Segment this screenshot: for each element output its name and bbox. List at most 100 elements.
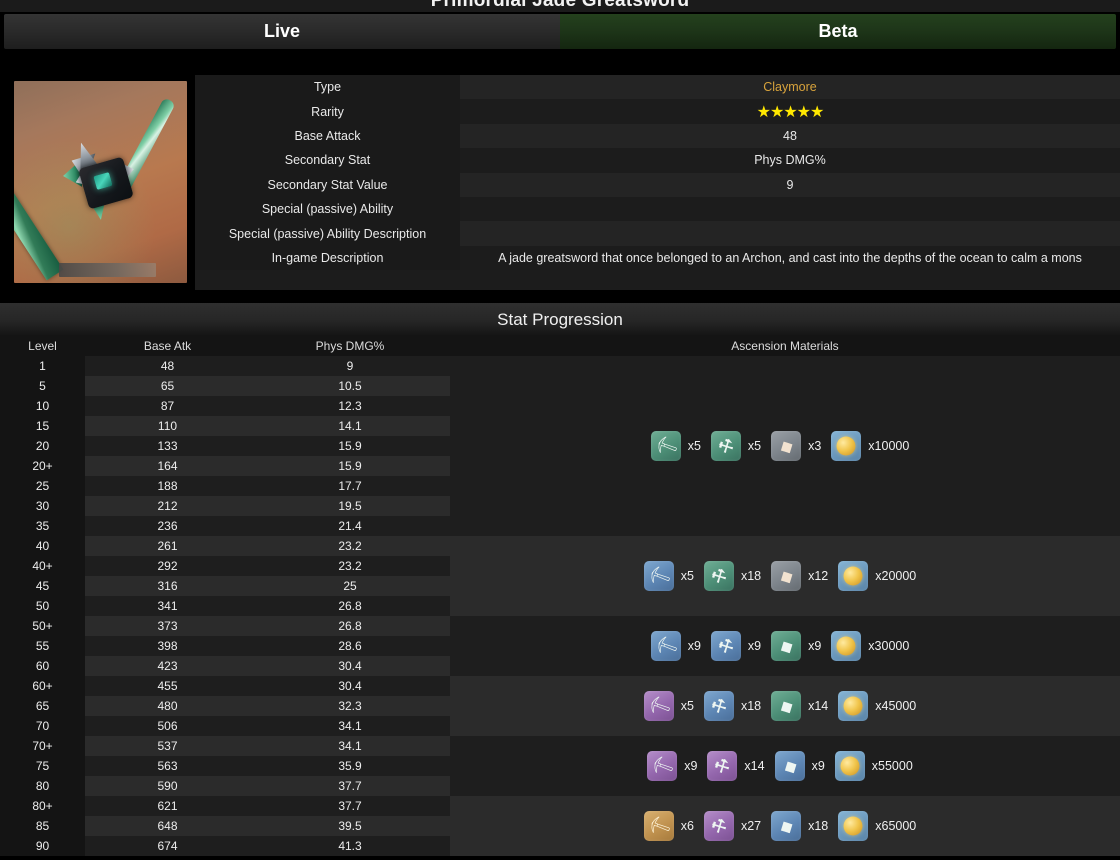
ascension-material-item[interactable]: ◆ x12 xyxy=(771,561,828,591)
cell-base-atk: 65 xyxy=(160,379,175,393)
weapon-ascension-material-icon[interactable]: ⛏ xyxy=(647,751,678,781)
cell-base-atk: 563 xyxy=(157,759,178,773)
mora-icon[interactable] xyxy=(838,811,869,841)
ascension-material-item[interactable]: x45000 xyxy=(838,691,916,721)
ascension-material-list: ⛏ x5 ⚒ x5 ◆ x3 x10000 xyxy=(650,431,920,461)
mora-coin-shape xyxy=(836,636,856,656)
material-count: x10000 xyxy=(868,439,910,453)
cell-phys-dmg: 12.3 xyxy=(338,399,362,413)
common-enemy-drop-icon[interactable]: ◆ xyxy=(771,691,802,721)
ascension-material-group: ⛏ x9 ⚒ x9 ◆ x9 x30000 xyxy=(450,616,1120,676)
elite-enemy-drop-icon[interactable]: ⚒ xyxy=(703,691,734,721)
stat-progression-table: Level Base Atk Phys DMG% Ascension Mater… xyxy=(0,336,1120,860)
ascension-material-item[interactable]: ◆ x9 xyxy=(774,751,825,781)
common-enemy-drop-icon[interactable]: ◆ xyxy=(771,631,802,661)
ascension-material-item[interactable]: ⛏ x5 xyxy=(643,691,694,721)
ascension-material-list: ⛏ x5 ⚒ x18 ◆ x14 x45000 xyxy=(643,691,927,721)
cell-base-atk: 48 xyxy=(160,359,175,373)
ascension-material-item[interactable]: x55000 xyxy=(834,751,913,781)
ascension-material-item[interactable]: ◆ x3 xyxy=(771,431,821,461)
ascension-material-item[interactable]: x65000 xyxy=(838,811,916,841)
cell-phys-dmg: 30.4 xyxy=(338,659,362,673)
ascension-material-item[interactable]: ⛏ x5 xyxy=(643,561,694,591)
ascension-material-item[interactable]: ⚒ x27 xyxy=(703,811,761,841)
cell-base-atk: 506 xyxy=(157,719,178,733)
mora-icon[interactable] xyxy=(831,631,862,661)
weapon-artwork-icon xyxy=(14,81,187,283)
material-glyph: ◆ xyxy=(775,564,797,588)
ascension-material-item[interactable]: ⛏ x6 xyxy=(643,811,694,841)
cell-base-atk: 164 xyxy=(157,459,178,473)
cell-phys-dmg: 37.7 xyxy=(338,799,362,813)
weapon-detail-page: Primordial Jade Greatsword Live Beta Typ… xyxy=(0,0,1120,860)
common-enemy-drop-icon[interactable]: ◆ xyxy=(771,561,802,591)
ascension-material-item[interactable]: ⚒ x18 xyxy=(703,561,761,591)
elite-enemy-drop-icon[interactable]: ⚒ xyxy=(710,631,741,661)
ascension-material-item[interactable]: ⛏ x9 xyxy=(650,631,701,661)
material-glyph: ⛏ xyxy=(644,562,673,590)
cell-base-atk: 212 xyxy=(157,499,178,513)
cell-phys-dmg: 34.1 xyxy=(338,719,362,733)
material-glyph: ⛏ xyxy=(651,432,680,460)
ascension-material-item[interactable]: ⛏ x9 xyxy=(647,751,697,781)
cell-level: 90 xyxy=(35,839,50,853)
material-count: x18 xyxy=(740,699,762,713)
mora-icon[interactable] xyxy=(838,561,869,591)
weapon-ascension-material-icon[interactable]: ⛏ xyxy=(650,631,681,661)
cell-level: 50 xyxy=(35,599,50,613)
ascension-material-item[interactable]: x30000 xyxy=(831,631,909,661)
mora-icon[interactable] xyxy=(831,431,862,461)
cell-base-atk: 341 xyxy=(157,599,178,613)
weapon-attribute-row: Special (passive) Ability Description xyxy=(195,221,1120,246)
weapon-ascension-material-icon[interactable]: ⛏ xyxy=(650,431,681,461)
tab-live-label: Live xyxy=(263,21,301,41)
attribute-value: 48 xyxy=(783,128,797,143)
cell-level: 60 xyxy=(35,659,50,673)
material-glyph: ◆ xyxy=(775,634,797,658)
mora-icon[interactable] xyxy=(838,691,869,721)
cell-base-atk: 110 xyxy=(157,419,178,433)
rarity-stars: ★★★★★ xyxy=(460,102,1120,122)
stat-progression-column-headers: Level Base Atk Phys DMG% Ascension Mater… xyxy=(0,336,1120,356)
mora-coin-shape xyxy=(840,756,860,776)
weapon-ascension-material-icon[interactable]: ⛏ xyxy=(643,811,674,841)
elite-enemy-drop-icon[interactable]: ⚒ xyxy=(703,811,734,841)
ascension-material-item[interactable]: ◆ x18 xyxy=(771,811,828,841)
cell-phys-dmg: 30.4 xyxy=(338,679,362,693)
ascension-material-item[interactable]: x20000 xyxy=(838,561,916,591)
cell-phys-dmg: 41.3 xyxy=(338,839,362,853)
material-glyph: ⚒ xyxy=(714,434,738,458)
stat-progression-rows: 1 48 9 5 65 10.5 10 87 12.3 15 110 14.1 20 133 15.9 20+… xyxy=(0,356,1120,856)
ascension-material-item[interactable]: ⚒ x18 xyxy=(703,691,762,721)
elite-enemy-drop-icon[interactable]: ⚒ xyxy=(707,751,738,781)
column-header-phys-dmg: Phys DMG% xyxy=(315,339,385,353)
cell-phys-dmg: 19.5 xyxy=(338,499,362,513)
cell-level: 70+ xyxy=(32,739,53,753)
weapon-ascension-material-icon[interactable]: ⛏ xyxy=(643,561,674,591)
common-enemy-drop-icon[interactable]: ◆ xyxy=(771,811,802,841)
cell-base-atk: 261 xyxy=(157,539,178,553)
attribute-value[interactable]: Claymore xyxy=(460,80,1120,94)
mora-icon[interactable] xyxy=(834,751,865,781)
material-count: x5 xyxy=(687,439,701,453)
cell-phys-dmg: 37.7 xyxy=(338,779,362,793)
common-enemy-drop-icon[interactable]: ◆ xyxy=(771,431,802,461)
ascension-material-item[interactable]: x10000 xyxy=(831,431,909,461)
ascension-material-item[interactable]: ⛏ x5 xyxy=(650,431,701,461)
weapon-ascension-material-icon[interactable]: ⛏ xyxy=(643,691,674,721)
elite-enemy-drop-icon[interactable]: ⚒ xyxy=(710,431,741,461)
common-enemy-drop-icon[interactable]: ◆ xyxy=(774,751,805,781)
material-count: x5 xyxy=(680,569,694,583)
cell-level: 80+ xyxy=(32,799,53,813)
column-header-level: Level xyxy=(28,339,57,353)
ascension-material-item[interactable]: ⚒ x14 xyxy=(707,751,765,781)
ascension-material-item[interactable]: ⚒ x9 xyxy=(710,631,761,661)
cell-base-atk: 133 xyxy=(157,439,178,453)
tab-beta[interactable]: Beta xyxy=(560,14,1116,49)
ascension-material-item[interactable]: ◆ x14 xyxy=(771,691,828,721)
ascension-material-item[interactable]: ◆ x9 xyxy=(771,631,821,661)
ascension-material-item[interactable]: ⚒ x5 xyxy=(710,431,761,461)
elite-enemy-drop-icon[interactable]: ⚒ xyxy=(703,561,734,591)
tab-live[interactable]: Live xyxy=(4,14,560,49)
version-tab-bar: Live Beta xyxy=(0,12,1120,52)
